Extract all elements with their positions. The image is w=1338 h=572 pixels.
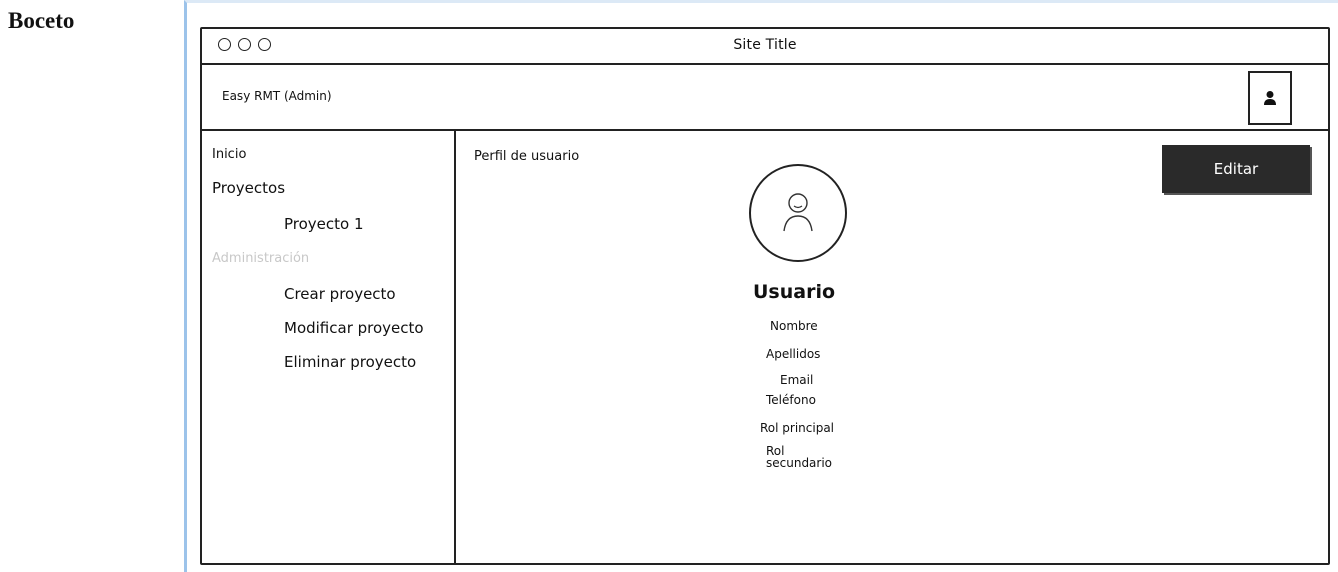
sidebar-item-modificar-proyecto[interactable]: Modificar proyecto bbox=[284, 319, 424, 337]
app-name: Easy RMT (Admin) bbox=[222, 89, 332, 103]
sidebar-item-administracion: Administración bbox=[212, 251, 310, 266]
sidebar-item-crear-proyecto[interactable]: Crear proyecto bbox=[284, 285, 396, 303]
window-titlebar: Site Title bbox=[202, 29, 1328, 65]
field-apellidos: Apellidos bbox=[766, 347, 821, 361]
sidebar-item-proyecto-1[interactable]: Proyecto 1 bbox=[284, 215, 364, 233]
user-avatar-icon bbox=[783, 193, 813, 232]
field-nombre: Nombre bbox=[770, 319, 818, 333]
user-heading: Usuario bbox=[753, 281, 836, 303]
sidebar-item-eliminar-proyecto[interactable]: Eliminar proyecto bbox=[284, 353, 416, 371]
document-label: Boceto bbox=[8, 8, 75, 33]
field-telefono: Teléfono bbox=[766, 393, 816, 407]
site-title: Site Title bbox=[733, 37, 797, 53]
sidebar: Inicio Proyectos Proyecto 1 Administraci… bbox=[202, 131, 456, 563]
page-title: Perfil de usuario bbox=[474, 149, 580, 164]
sidebar-item-proyectos[interactable]: Proyectos bbox=[212, 179, 285, 197]
user-icon bbox=[1264, 91, 1276, 105]
app-header: Easy RMT (Admin) bbox=[202, 65, 1328, 131]
sidebar-item-inicio[interactable]: Inicio bbox=[212, 147, 246, 162]
browser-window: Site Title Easy RMT (Admin) Inicio Proye… bbox=[200, 27, 1330, 565]
field-rol-principal: Rol principal bbox=[760, 421, 835, 435]
avatar bbox=[749, 164, 847, 262]
field-email: Email bbox=[780, 373, 814, 387]
edit-button[interactable]: Editar bbox=[1162, 145, 1310, 193]
main-content: Perfil de usuario Editar Usuario Nombre … bbox=[456, 131, 1328, 563]
field-rol-secundario: Rol secundario bbox=[766, 445, 833, 469]
user-menu-button[interactable] bbox=[1248, 71, 1292, 125]
